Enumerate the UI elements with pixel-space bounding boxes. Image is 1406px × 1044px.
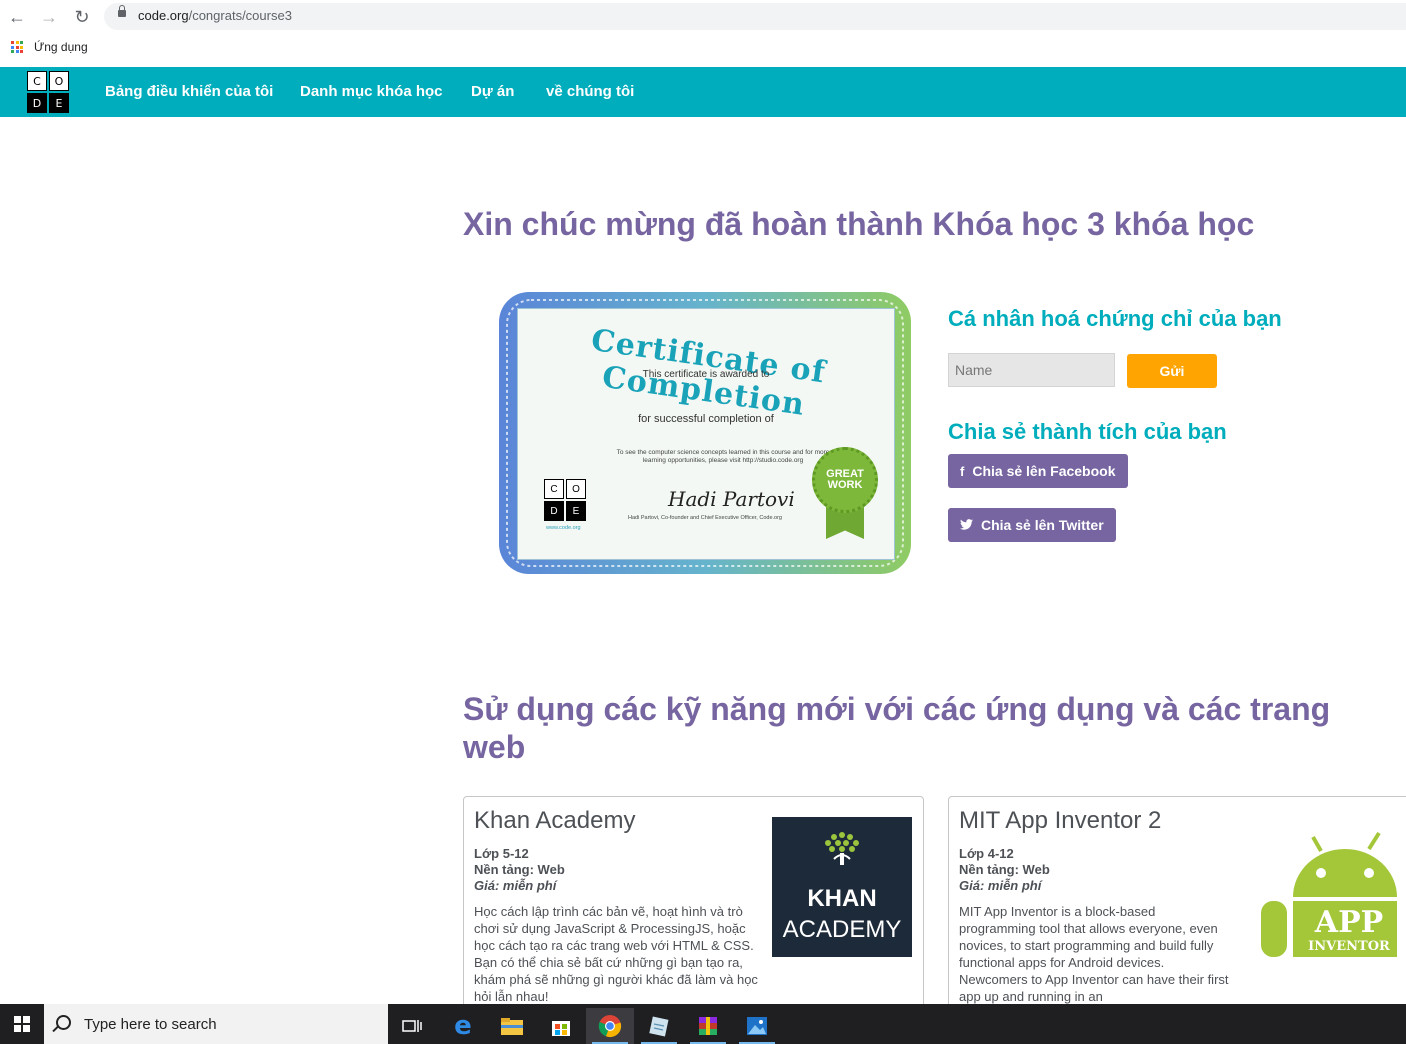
certificate-image: Certificate of Completion This certifica…: [495, 288, 915, 578]
address-bar[interactable]: code.org/congrats/course3: [104, 3, 1406, 30]
photos-icon[interactable]: [733, 1008, 781, 1044]
app-card-khan-academy[interactable]: Khan Academy Lớp 5-12 Nền tảng: Web Giá:…: [463, 796, 924, 1018]
share-facebook-label: Chia sẻ lên Facebook: [972, 463, 1116, 479]
app-inventor-logo-line1: APP: [1314, 905, 1384, 940]
logo-letter: O: [49, 71, 69, 91]
certificate-url: www.code.org: [546, 525, 581, 531]
windows-logo-icon: [14, 1016, 30, 1032]
certificate-info: To see the computer science concepts lea…: [616, 449, 830, 464]
site-header: C O D E Bảng điều khiển của tôi Danh mục…: [0, 67, 1406, 117]
code-logo[interactable]: C O D E: [27, 71, 69, 113]
twitter-icon: [960, 518, 973, 533]
edge-icon[interactable]: e: [439, 1008, 487, 1044]
logo-letter: C: [544, 479, 564, 499]
apps-grid-icon[interactable]: [11, 41, 23, 53]
card-title[interactable]: MIT App Inventor 2: [959, 807, 1161, 835]
store-icon[interactable]: [537, 1008, 585, 1044]
nav-course-catalog[interactable]: Danh mục khóa học: [300, 83, 443, 100]
file-explorer-icon[interactable]: [488, 1008, 536, 1044]
khan-logo-line1: KHAN: [807, 885, 877, 912]
card-price: Giá: miễn phí: [959, 878, 1042, 893]
notepad-app-icon[interactable]: [635, 1008, 683, 1044]
url-text[interactable]: code.org/congrats/course3: [138, 8, 292, 23]
submit-button[interactable]: Gửi: [1127, 354, 1217, 388]
card-grade: Lớp 5-12: [474, 846, 529, 861]
share-twitter-label: Chia sẻ lên Twitter: [981, 517, 1104, 533]
share-facebook-button[interactable]: f Chia sẻ lên Facebook: [948, 454, 1128, 488]
start-button[interactable]: [0, 1004, 44, 1044]
browser-toolbar: ← → ↻ code.org/congrats/course3: [0, 0, 1406, 33]
card-description: Học cách lập trình các bản vẽ, hoạt hình…: [474, 904, 758, 1004]
app-inventor-logo[interactable]: APP INVENTOR: [1261, 827, 1401, 957]
search-icon: [56, 1015, 71, 1030]
logo-letter: E: [49, 93, 69, 113]
forward-arrow-icon[interactable]: →: [38, 6, 60, 28]
card-grade: Lớp 4-12: [959, 846, 1014, 861]
certificate-completion-line: for successful completion of: [638, 413, 774, 425]
task-view-icon[interactable]: [388, 1008, 436, 1044]
certificate-signature: Hadi Partovi: [668, 487, 795, 511]
bookmarks-bar: Ứng dụng: [0, 33, 1406, 66]
facebook-icon: f: [960, 463, 965, 479]
certificate-awarded-line: This certificate is awarded to: [642, 369, 770, 380]
windows-taskbar: Type here to search e: [0, 1004, 1406, 1044]
khan-logo-line2: ACADEMY: [782, 916, 902, 943]
certificate-signer: Hadi Partovi, Co-founder and Chief Execu…: [628, 515, 782, 521]
name-input[interactable]: [948, 353, 1115, 387]
card-price: Giá: miễn phí: [474, 878, 557, 893]
khan-academy-logo[interactable]: KHAN ACADEMY: [772, 817, 912, 957]
card-title[interactable]: Khan Academy: [474, 807, 635, 835]
url-host: code.org: [138, 8, 189, 23]
logo-letter: D: [27, 93, 47, 113]
lock-icon: [118, 5, 126, 17]
winrar-icon[interactable]: [684, 1008, 732, 1044]
nav-about[interactable]: về chúng tôi: [546, 83, 634, 100]
certificate-body: Certificate of Completion This certifica…: [517, 308, 895, 560]
taskbar-search[interactable]: Type here to search: [44, 1004, 388, 1044]
app-card-mit-app-inventor[interactable]: MIT App Inventor 2 Lớp 4-12 Nền tảng: We…: [948, 796, 1406, 1018]
apps-section-title: Sử dụng các kỹ năng mới với các ứng dụng…: [463, 691, 1331, 765]
reload-icon[interactable]: ↻: [71, 6, 93, 28]
page-title: Xin chúc mừng đã hoàn thành Khóa học 3 k…: [463, 206, 1255, 242]
chrome-icon[interactable]: [586, 1008, 634, 1044]
tree-icon: [825, 832, 859, 865]
card-platform: Nền tảng: Web: [474, 862, 565, 877]
nav-dashboard[interactable]: Bảng điều khiển của tôi: [105, 83, 273, 100]
logo-letter: O: [566, 479, 586, 499]
share-twitter-button[interactable]: Chia sẻ lên Twitter: [948, 508, 1116, 542]
certificate-code-logo: C O D E: [544, 479, 588, 521]
logo-letter: C: [27, 71, 47, 91]
card-platform: Nền tảng: Web: [959, 862, 1050, 877]
seal-text: GREAT WORK: [826, 468, 864, 491]
card-description: MIT App Inventor is a block-based progra…: [959, 904, 1229, 1004]
great-work-seal-icon: GREAT WORK: [812, 447, 878, 513]
bookmark-apps[interactable]: Ứng dụng: [34, 40, 88, 54]
logo-letter: D: [544, 501, 564, 521]
back-arrow-icon[interactable]: ←: [6, 6, 28, 28]
share-heading: Chia sẻ thành tích của bạn: [948, 419, 1227, 444]
personalize-heading: Cá nhân hoá chứng chỉ của bạn: [948, 306, 1282, 331]
logo-letter: E: [566, 501, 586, 521]
url-path: /congrats/course3: [188, 8, 292, 23]
nav-projects[interactable]: Dự án: [471, 83, 514, 100]
taskbar-search-placeholder: Type here to search: [84, 1016, 217, 1033]
app-inventor-logo-line2: INVENTOR: [1308, 939, 1390, 954]
